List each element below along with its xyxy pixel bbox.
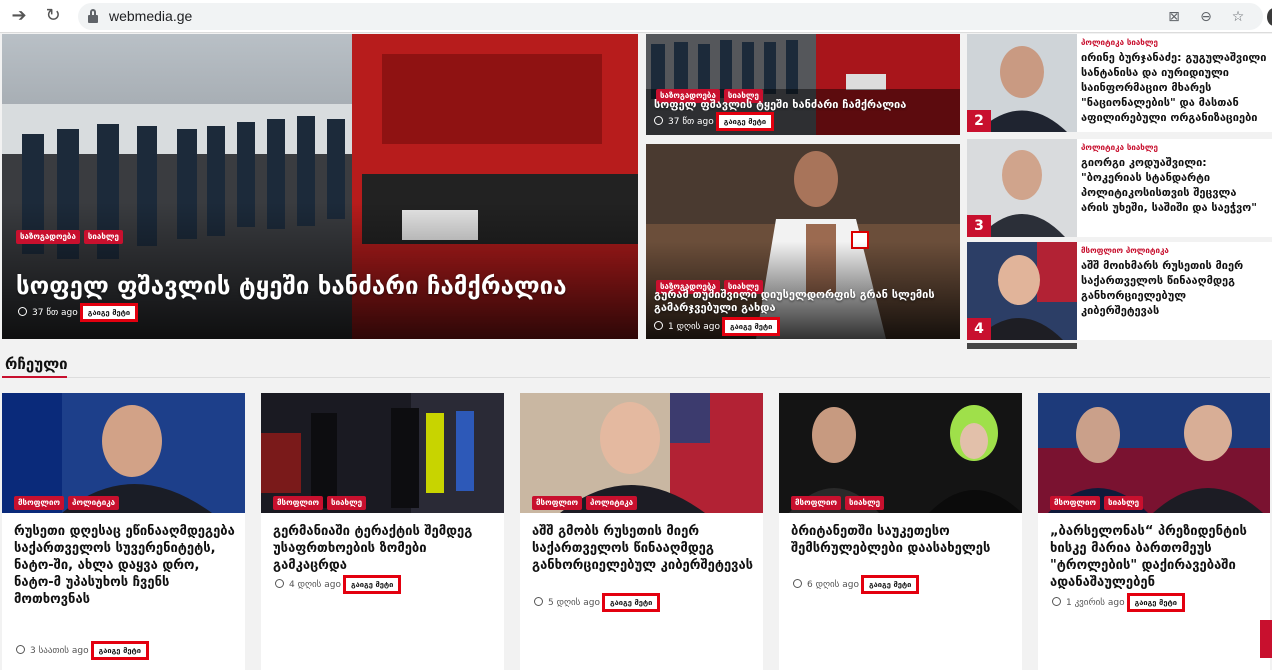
rank-number: 4 xyxy=(967,318,991,340)
card-tags: მსოფლიო სიახლე xyxy=(273,490,370,510)
article-card-1[interactable]: მსოფლიო პოლიტიკა რუსეთი დღესაც ეწინააღმდე… xyxy=(2,393,245,670)
side-title[interactable]: აშშ მოიხმარს რუსეთის მიერ საქართველოს წი… xyxy=(1081,258,1267,336)
time-ago: 5 დღის ago xyxy=(548,598,600,608)
category-tag[interactable]: სიახლე xyxy=(1104,496,1144,510)
category-tag[interactable]: პოლიტიკა xyxy=(68,496,120,510)
clock-icon xyxy=(16,645,25,654)
bookmark-star-icon[interactable]: ☆ xyxy=(1228,7,1248,27)
rank-number: 3 xyxy=(967,215,991,237)
translate-icon[interactable]: ⊠ xyxy=(1164,7,1184,27)
card-tags: მსოფლიო პოლიტიკა xyxy=(532,490,641,510)
card-tags: მსოფლიო სიახლე xyxy=(791,490,888,510)
read-more-button[interactable]: გაიგე მეტი xyxy=(90,641,149,660)
read-more-button[interactable]: გაიგე მეტი xyxy=(721,317,781,336)
address-bar[interactable]: webmedia.ge ⊠ ⊖ ☆ xyxy=(78,3,1263,30)
mid-2-meta: 1 დღის ago გაიგე მეტი xyxy=(654,317,781,336)
hero-title[interactable]: სოფელ ფშავლის ტყეში ხანძარი ჩამქრალია xyxy=(16,272,626,300)
card-meta: 1 კვირის ago გაიგე მეტი xyxy=(1052,593,1185,612)
browser-toolbar: ➔ ↻ webmedia.ge ⊠ ⊖ ☆ xyxy=(0,0,1272,33)
clock-icon xyxy=(1052,597,1061,606)
category-tag[interactable]: მსოფლიო xyxy=(1050,496,1101,510)
card-title[interactable]: რუსეთი დღესაც ეწინააღმდეგება საქართველოს… xyxy=(14,523,239,625)
hero-tags: საზოგადოება სიახლე xyxy=(16,224,127,244)
side-thumb[interactable]: 2 xyxy=(967,34,1077,132)
category-tag[interactable]: მსოფლიო xyxy=(14,496,65,510)
side-item-3[interactable]: 3 პოლიტიკა სიახლე გიორგი კოდუაშვილი: "ბო… xyxy=(967,139,1272,237)
section-title: რჩეული xyxy=(5,355,68,373)
mid-2-title[interactable]: გურამ თუშიშვილი დიუსელდორფის გრან სლემის… xyxy=(654,288,954,314)
read-more-button[interactable]: გაიგე მეტი xyxy=(601,593,661,612)
time-ago: 4 დღის ago xyxy=(289,580,341,590)
category-tag[interactable]: მსოფლიო xyxy=(532,496,583,510)
card-tags: მსოფლიო სიახლე xyxy=(1050,490,1147,510)
category-tag[interactable]: მსოფლიო xyxy=(791,496,842,510)
section-divider xyxy=(2,377,1270,378)
read-more-button[interactable]: გაიგე მეტი xyxy=(342,575,402,594)
clock-icon xyxy=(654,116,663,125)
mid-1-meta: 37 წთ ago გაიგე მეტი xyxy=(654,112,775,131)
card-meta: 3 საათის ago გაიგე მეტი xyxy=(16,641,149,660)
side-category[interactable]: მსოფლიო პოლიტიკა xyxy=(1081,246,1169,255)
read-more-button[interactable]: გაიგე მეტი xyxy=(1126,593,1185,612)
profile-avatar[interactable] xyxy=(1267,8,1272,26)
side-category[interactable]: პოლიტიკა სიახლე xyxy=(1081,143,1158,152)
lock-icon xyxy=(88,9,98,23)
time-ago: 37 წთ ago xyxy=(32,308,78,318)
time-ago: 37 წთ ago xyxy=(668,117,714,127)
mid-1-title[interactable]: სოფელ ფშავლის ტყეში ხანძარი ჩამქრალია xyxy=(654,98,954,111)
time-ago: 3 საათის ago xyxy=(30,646,89,656)
category-tag[interactable]: სიახლე xyxy=(845,496,885,510)
clock-icon xyxy=(793,579,802,588)
reload-icon[interactable]: ↻ xyxy=(42,5,64,27)
side-item-2[interactable]: 2 პოლიტიკა სიახლე ირინე ბურჯანაძე: გუგულ… xyxy=(967,34,1272,132)
side-thumb[interactable]: 4 xyxy=(967,242,1077,340)
time-ago: 1 დღის ago xyxy=(668,322,720,332)
article-card-5[interactable]: მსოფლიო სიახლე „ბარსელონას“ პრეზიდენტის ხ… xyxy=(1038,393,1270,670)
side-category[interactable]: პოლიტიკა სიახლე xyxy=(1081,38,1158,47)
article-card-2[interactable]: მსოფლიო სიახლე გერმანიაში ტერაქტის შემდეგ… xyxy=(261,393,504,670)
time-ago: 6 დღის ago xyxy=(807,580,859,590)
article-card-4[interactable]: მსოფლიო სიახლე ბრიტანეთში საუკეთესო შემსრ… xyxy=(779,393,1022,670)
side-thumb[interactable]: 3 xyxy=(967,139,1077,237)
category-tag[interactable]: საზოგადოება xyxy=(16,230,80,244)
read-more-button[interactable]: გაიგე მეტი xyxy=(79,303,139,322)
side-title[interactable]: ირინე ბურჯანაძე: გუგულაშვილი სანტანისა დ… xyxy=(1081,50,1267,128)
clock-icon xyxy=(18,307,27,316)
zoom-icon[interactable]: ⊖ xyxy=(1196,7,1216,27)
article-card-3[interactable]: მსოფლიო პოლიტიკა აშშ გმობს რუსეთის მიერ ს… xyxy=(520,393,763,670)
read-more-button[interactable]: გაიგე მეტი xyxy=(860,575,920,594)
section-underline xyxy=(2,376,67,378)
card-tags: მსოფლიო პოლიტიკა xyxy=(14,490,123,510)
card-title[interactable]: „ბარსელონას“ პრეზიდენტის ხისკე მარია ბარ… xyxy=(1050,523,1264,591)
card-meta: 6 დღის ago გაიგე მეტი xyxy=(793,575,920,594)
hero-meta: 37 წთ ago გაიგე მეტი xyxy=(18,303,139,322)
card-meta: 4 დღის ago გაიგე მეტი xyxy=(275,575,402,594)
category-tag[interactable]: სიახლე xyxy=(327,496,367,510)
card-title[interactable]: გერმანიაში ტერაქტის შემდეგ უსაფრთხოების … xyxy=(273,523,498,574)
scroll-to-top-button[interactable] xyxy=(1260,620,1272,658)
clock-icon xyxy=(534,597,543,606)
url-text: webmedia.ge xyxy=(109,8,193,24)
card-meta: 5 დღის ago გაიგე მეტი xyxy=(534,593,661,612)
forward-arrow-icon[interactable]: ➔ xyxy=(8,5,30,27)
read-more-button[interactable]: გაიგე მეტი xyxy=(715,112,775,131)
category-tag[interactable]: პოლიტიკა xyxy=(586,496,638,510)
side-thumb-partial xyxy=(967,343,1077,349)
category-tag[interactable]: სიახლე xyxy=(83,230,123,244)
clock-icon xyxy=(275,579,284,588)
card-title[interactable]: აშშ გმობს რუსეთის მიერ საქართველოს წინაა… xyxy=(532,523,757,591)
side-title[interactable]: გიორგი კოდუაშვილი: "ბოკერიას სტანდარტი პ… xyxy=(1081,155,1267,233)
side-item-4[interactable]: 4 მსოფლიო პოლიტიკა აშშ მოიხმარს რუსეთის … xyxy=(967,242,1272,340)
rank-number: 2 xyxy=(967,110,991,132)
time-ago: 1 კვირის ago xyxy=(1066,598,1125,608)
category-tag[interactable]: მსოფლიო xyxy=(273,496,324,510)
card-title[interactable]: ბრიტანეთში საუკეთესო შემსრულებლები დაასა… xyxy=(791,523,1016,574)
clock-icon xyxy=(654,321,663,330)
